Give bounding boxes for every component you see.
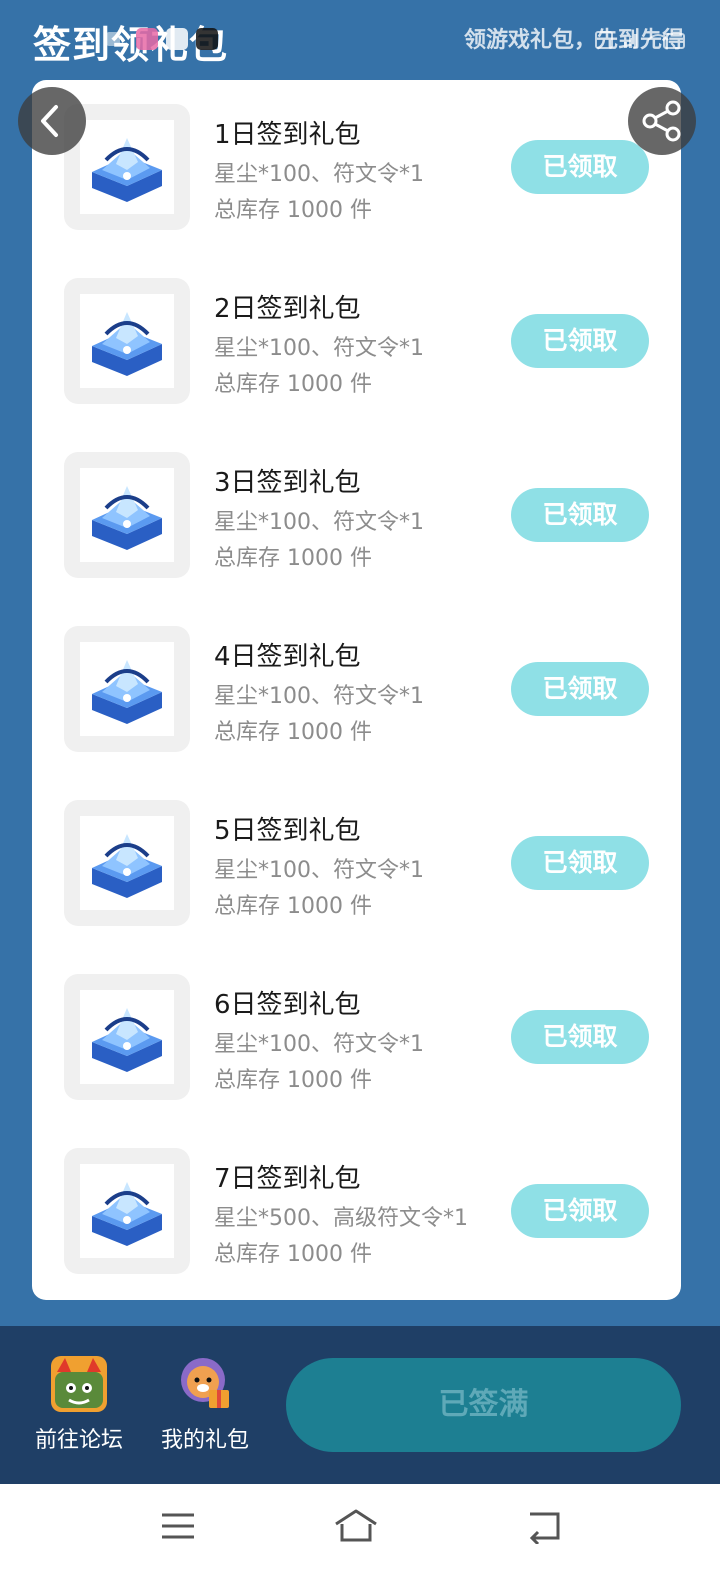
gift-title: 4日签到礼包	[214, 642, 361, 672]
gift-stock: 总库存 1000 件	[214, 1068, 372, 1093]
back-button[interactable]	[18, 87, 86, 155]
gift-title: 6日签到礼包	[214, 990, 361, 1020]
treasure-chest-icon	[92, 138, 162, 202]
share-button[interactable]	[628, 87, 696, 155]
treasure-chest-icon	[92, 312, 162, 376]
status-bar-icons-left	[106, 28, 218, 50]
status-bar-icons-right	[595, 31, 685, 49]
gift-row: 4日签到礼包 星尘*100、符文令*1 总库存 1000 件 已领取	[32, 602, 681, 762]
gift-row: 3日签到礼包 星尘*100、符文令*1 总库存 1000 件 已领取	[32, 428, 681, 588]
claimed-button[interactable]: 已领取	[511, 314, 649, 368]
gift-title: 3日签到礼包	[214, 468, 361, 498]
claimed-button[interactable]: 已领取	[511, 488, 649, 542]
bottom-action-bar: 前往论坛 我的礼包 已签满	[0, 1326, 720, 1484]
gift-stock: 总库存 1000 件	[214, 1242, 372, 1267]
gift-thumbnail	[64, 800, 190, 926]
gift-stock: 总库存 1000 件	[214, 894, 372, 919]
chevron-left-icon	[41, 105, 58, 137]
my-gifts-label: 我的礼包	[160, 1428, 249, 1453]
gift-row: 2日签到礼包 星尘*100、符文令*1 总库存 1000 件 已领取	[32, 254, 681, 414]
gift-contents: 星尘*500、高级符文令*1	[214, 1206, 468, 1231]
game-forum-icon	[51, 1356, 107, 1412]
gift-thumbnail	[64, 278, 190, 404]
gift-thumbnail	[64, 1148, 190, 1274]
gift-title: 7日签到礼包	[214, 1164, 361, 1194]
gift-contents: 星尘*100、符文令*1	[214, 858, 424, 883]
gift-box-icon	[177, 1356, 233, 1412]
gift-row: 7日签到礼包 星尘*500、高级符文令*1 总库存 1000 件 已领取	[32, 1124, 681, 1284]
gift-thumbnail	[64, 626, 190, 752]
gift-title: 5日签到礼包	[214, 816, 361, 846]
claimed-button[interactable]: 已领取	[511, 662, 649, 716]
gift-contents: 星尘*100、符文令*1	[214, 510, 424, 535]
gift-list-card: 1日签到礼包 星尘*100、符文令*1 总库存 1000 件 已领取 2日签到礼…	[32, 80, 681, 1300]
gift-thumbnail	[64, 974, 190, 1100]
forum-label: 前往论坛	[34, 1428, 123, 1453]
gift-stock: 总库存 1000 件	[214, 198, 372, 223]
gift-row: 1日签到礼包 星尘*100、符文令*1 总库存 1000 件 已领取	[32, 80, 681, 240]
gift-title: 2日签到礼包	[214, 294, 361, 324]
gift-contents: 星尘*100、符文令*1	[214, 162, 424, 187]
claimed-button[interactable]: 已领取	[511, 836, 649, 890]
header: 签到领礼包 领游戏礼包，先到先得	[0, 0, 720, 80]
my-gifts-link[interactable]: 我的礼包	[150, 1356, 260, 1454]
treasure-chest-icon	[92, 1182, 162, 1246]
gift-row: 5日签到礼包 星尘*100、符文令*1 总库存 1000 件 已领取	[32, 776, 681, 936]
gift-stock: 总库存 1000 件	[214, 720, 372, 745]
gift-stock: 总库存 1000 件	[214, 546, 372, 571]
treasure-chest-icon	[92, 660, 162, 724]
treasure-chest-icon	[92, 834, 162, 898]
treasure-chest-icon	[92, 1008, 162, 1072]
system-navigation-bar	[0, 1484, 720, 1584]
gift-contents: 星尘*100、符文令*1	[214, 684, 424, 709]
signed-full-button[interactable]: 已签满	[286, 1358, 681, 1452]
share-icon	[642, 100, 681, 142]
gift-contents: 星尘*100、符文令*1	[214, 1032, 424, 1057]
treasure-chest-icon	[92, 486, 162, 550]
home-icon[interactable]	[332, 1508, 380, 1544]
gift-title: 1日签到礼包	[214, 120, 361, 150]
back-icon[interactable]	[524, 1508, 564, 1544]
forum-link[interactable]: 前往论坛	[24, 1356, 134, 1454]
claimed-button[interactable]: 已领取	[511, 1010, 649, 1064]
menu-icon[interactable]	[160, 1508, 196, 1544]
claimed-button[interactable]: 已领取	[511, 1184, 649, 1238]
gift-stock: 总库存 1000 件	[214, 372, 372, 397]
gift-contents: 星尘*100、符文令*1	[214, 336, 424, 361]
gift-row: 6日签到礼包 星尘*100、符文令*1 总库存 1000 件 已领取	[32, 950, 681, 1110]
gift-thumbnail	[64, 452, 190, 578]
